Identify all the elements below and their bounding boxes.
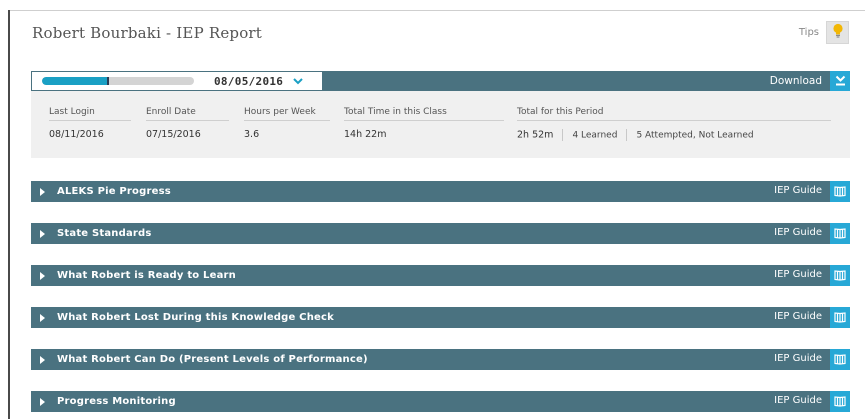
last-login-label: Last Login xyxy=(49,107,95,117)
period-time-value: 2h 52m xyxy=(517,129,554,141)
expand-arrow-icon xyxy=(40,229,45,238)
download-label[interactable]: Download xyxy=(770,75,822,87)
progress-fill xyxy=(42,77,109,85)
tips-label[interactable]: Tips xyxy=(799,27,819,38)
book-icon[interactable] xyxy=(830,307,850,328)
section-title: What Robert Can Do (Present Levels of Pe… xyxy=(57,354,368,365)
frame-top-border xyxy=(8,10,865,11)
expand-arrow-icon xyxy=(40,355,45,364)
hours-per-week-label: Hours per Week xyxy=(244,107,316,117)
divider xyxy=(626,129,628,141)
iep-guide-label[interactable]: IEP Guide xyxy=(774,395,822,406)
expand-arrow-icon xyxy=(40,397,45,406)
section-aleks-pie-progress[interactable]: ALEKS Pie Progress IEP Guide xyxy=(31,181,850,202)
expand-arrow-icon xyxy=(40,187,45,196)
section-progress-monitoring[interactable]: Progress Monitoring IEP Guide xyxy=(31,391,850,412)
learned-count: 4 Learned xyxy=(572,130,618,141)
attempted-count: 5 Attempted, Not Learned xyxy=(636,130,754,141)
enroll-date-label: Enroll Date xyxy=(146,107,196,117)
total-time-value: 14h 22m xyxy=(344,129,387,140)
book-icon[interactable] xyxy=(830,349,850,370)
book-icon[interactable] xyxy=(830,223,850,244)
section-title: State Standards xyxy=(57,228,152,239)
period-total-label: Total for this Period xyxy=(517,107,604,117)
book-icon[interactable] xyxy=(830,181,850,202)
report-bar: 08/05/2016 Download xyxy=(31,71,850,91)
iep-guide-label[interactable]: IEP Guide xyxy=(774,311,822,322)
period-summary: 2h 52m 4 Learned 5 Attempted, Not Learned xyxy=(517,129,754,141)
divider xyxy=(562,129,564,141)
date-selector[interactable]: 08/05/2016 xyxy=(31,71,323,91)
divider xyxy=(517,120,831,121)
expand-arrow-icon xyxy=(40,313,45,322)
section-title: What Robert is Ready to Learn xyxy=(57,270,236,281)
section-state-standards[interactable]: State Standards IEP Guide xyxy=(31,223,850,244)
progress-marker xyxy=(106,77,109,85)
book-icon[interactable] xyxy=(830,265,850,286)
frame-left-border xyxy=(8,10,10,419)
last-login-value: 08/11/2016 xyxy=(49,129,104,140)
iep-guide-label[interactable]: IEP Guide xyxy=(774,227,822,238)
section-title: ALEKS Pie Progress xyxy=(57,186,171,197)
page-title: Robert Bourbaki - IEP Report xyxy=(32,24,263,42)
divider xyxy=(344,120,504,121)
iep-guide-label[interactable]: IEP Guide xyxy=(774,269,822,280)
download-button[interactable] xyxy=(830,71,850,91)
section-ready-to-learn[interactable]: What Robert is Ready to Learn IEP Guide xyxy=(31,265,850,286)
period-progress-bar xyxy=(42,77,194,85)
enroll-date-value: 07/15/2016 xyxy=(146,129,201,140)
divider xyxy=(49,120,131,121)
divider xyxy=(146,120,229,121)
tips-button[interactable] xyxy=(826,21,849,44)
iep-guide-label[interactable]: IEP Guide xyxy=(774,185,822,196)
selected-date: 08/05/2016 xyxy=(214,74,284,88)
expand-arrow-icon xyxy=(40,271,45,280)
book-icon[interactable] xyxy=(830,391,850,412)
hours-per-week-value: 3.6 xyxy=(244,129,260,140)
stats-panel: Last Login Enroll Date Hours per Week To… xyxy=(31,91,850,158)
total-time-label: Total Time in this Class xyxy=(344,107,447,117)
download-icon xyxy=(835,72,846,91)
section-lost-during-knowledge-check[interactable]: What Robert Lost During this Knowledge C… xyxy=(31,307,850,328)
section-can-do-present-levels[interactable]: What Robert Can Do (Present Levels of Pe… xyxy=(31,349,850,370)
section-title: Progress Monitoring xyxy=(57,396,176,407)
lightbulb-icon xyxy=(832,23,844,42)
chevron-down-icon[interactable] xyxy=(293,77,303,85)
iep-guide-label[interactable]: IEP Guide xyxy=(774,353,822,364)
section-title: What Robert Lost During this Knowledge C… xyxy=(57,312,335,323)
divider xyxy=(244,120,330,121)
